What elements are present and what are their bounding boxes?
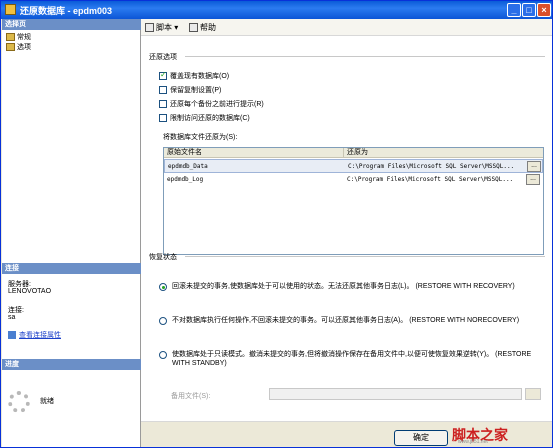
browse-button[interactable]: ...	[527, 161, 541, 172]
help-button[interactable]: 帮助	[189, 22, 216, 33]
restore-with-standby-radio[interactable]: 使数据库处于只读模式。撤消未提交的事务,但将撤消操作保存在备用文件中,以便可使恢…	[159, 350, 539, 370]
window-title: 还原数据库 - epdm003	[20, 6, 113, 16]
standby-file-label: 备用文件(S):	[171, 393, 211, 400]
restore-database-dialog: 还原数据库 - epdm003 _ □ × 选择页 常规 选项 连接 服务器: …	[0, 0, 553, 448]
restore-with-recovery-radio[interactable]: 回滚未提交的事务,使数据库处于可以使用的状态。无法还原其他事务日志(L)。 (R…	[159, 282, 539, 294]
title-bar[interactable]: 还原数据库 - epdm003 _ □ ×	[1, 1, 552, 19]
server-value: LENOVOTAO	[8, 288, 52, 295]
properties-icon	[8, 331, 16, 340]
checkbox-icon	[159, 86, 167, 95]
grid-cell-restore-as[interactable]: C:\Program Files\Microsoft SQL Server\MS…	[345, 160, 525, 174]
progress-status: 就绪	[40, 398, 54, 405]
close-button[interactable]: ×	[537, 3, 551, 17]
toolbar: 脚本 ▾ 帮助	[141, 19, 552, 36]
progress-header: 进度	[2, 359, 141, 370]
radio-icon	[159, 351, 167, 359]
restore-files-grid: 原始文件名 还原为 epdmdb_Data C:\Program Files\M…	[163, 147, 544, 255]
standby-browse-button[interactable]	[525, 388, 541, 400]
watermark-url: www.jb51.net	[458, 439, 488, 445]
ok-button[interactable]: 确定	[394, 430, 448, 446]
overwrite-checkbox[interactable]: 覆盖现有数据库(O)	[159, 70, 229, 81]
maximize-button[interactable]: □	[522, 3, 536, 17]
view-connection-properties-link[interactable]: 查看连接属性	[8, 330, 61, 340]
table-row[interactable]: epdmdb_Data C:\Program Files\Microsoft S…	[164, 159, 543, 173]
restore-files-as-label: 将数据库文件还原为(S):	[163, 134, 238, 141]
script-button[interactable]: 脚本 ▾	[145, 22, 178, 33]
page-item-options[interactable]: 选项	[6, 42, 31, 52]
connection-value: sa	[8, 314, 16, 321]
minimize-button[interactable]: _	[507, 3, 521, 17]
prompt-before-restore-checkbox[interactable]: 还原每个备份之前进行提示(R)	[159, 99, 264, 109]
select-page-header: 选择页	[2, 19, 141, 30]
divider	[185, 256, 545, 257]
grid-cell-original: epdmdb_Data	[168, 163, 208, 170]
restrict-access-checkbox[interactable]: 限制访问还原的数据库(C)	[159, 113, 250, 123]
preserve-replication-checkbox[interactable]: 保留复制设置(P)	[159, 85, 221, 95]
grid-header-original: 原始文件名	[164, 148, 344, 158]
database-icon	[5, 4, 16, 15]
page-item-general[interactable]: 常规	[6, 32, 31, 42]
grid-header-restore-as: 还原为	[344, 148, 543, 158]
browse-button[interactable]: ...	[526, 174, 540, 185]
checkbox-icon	[159, 114, 167, 123]
table-row[interactable]: epdmdb_Log C:\Program Files\Microsoft SQ…	[164, 173, 543, 187]
watermark: 脚本之家 www.jb51.net	[452, 425, 550, 447]
bottom-bar: 确定 脚本之家 www.jb51.net	[141, 421, 552, 447]
restore-with-norecovery-radio[interactable]: 不对数据库执行任何操作,不回滚未提交的事务。可以还原其他事务日志(A)。 (RE…	[159, 316, 539, 328]
right-pane: 脚本 ▾ 帮助 还原选项 覆盖现有数据库(O) 保留复制设置(P) 还原每个备份…	[141, 19, 552, 447]
grid-cell-restore-as[interactable]: C:\Program Files\Microsoft SQL Server\MS…	[344, 173, 524, 187]
checkbox-checked-icon	[159, 70, 167, 81]
connection-header: 连接	[2, 263, 141, 274]
help-icon	[189, 23, 198, 33]
progress-spinner-icon	[8, 391, 30, 413]
recovery-state-title: 恢复状态	[149, 254, 177, 261]
page-icon	[6, 33, 15, 42]
script-icon	[145, 23, 154, 33]
checkbox-icon	[159, 100, 167, 109]
radio-icon	[159, 317, 167, 325]
grid-cell-original: epdmdb_Log	[167, 176, 204, 183]
left-pane: 选择页 常规 选项 连接 服务器: LENOVOTAO 连接: sa 查看连接属…	[2, 19, 141, 447]
divider	[185, 56, 545, 57]
restore-options-title: 还原选项	[149, 54, 177, 61]
page-icon	[6, 43, 15, 52]
standby-file-input[interactable]	[269, 388, 522, 400]
radio-selected-icon	[159, 283, 167, 291]
